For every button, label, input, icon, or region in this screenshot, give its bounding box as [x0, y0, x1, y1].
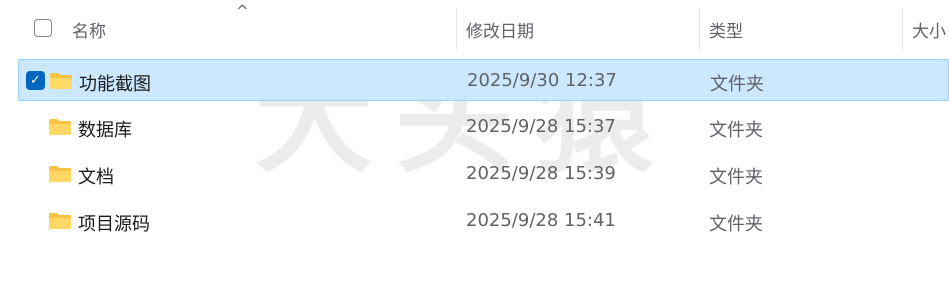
file-name: 功能截图: [79, 74, 151, 95]
sort-ascending-icon: ^: [236, 2, 249, 20]
column-divider[interactable]: [699, 8, 700, 50]
select-all-checkbox[interactable]: [34, 19, 52, 37]
file-row[interactable]: 数据库 2025/9/28 15:37 文件夹: [18, 106, 949, 148]
file-type: 文件夹: [709, 120, 763, 141]
checkbox-icon[interactable]: ✓: [26, 71, 45, 90]
file-row[interactable]: 文档 2025/9/28 15:39 文件夹: [18, 153, 949, 195]
folder-icon: [48, 118, 72, 136]
file-type: 文件夹: [710, 74, 764, 95]
file-modified: 2025/9/30 12:37: [467, 70, 617, 91]
column-header: 名称 ^ 修改日期 类型 大小: [0, 0, 949, 58]
file-modified: 2025/9/28 15:37: [466, 116, 616, 137]
column-divider[interactable]: [902, 8, 903, 50]
file-row[interactable]: 项目源码 2025/9/28 15:41 文件夹: [18, 200, 949, 242]
file-name: 项目源码: [78, 214, 150, 235]
column-header-type[interactable]: 类型: [709, 17, 743, 42]
column-divider[interactable]: [456, 8, 457, 50]
file-modified: 2025/9/28 15:41: [466, 210, 616, 231]
column-header-size[interactable]: 大小: [912, 17, 946, 42]
file-type: 文件夹: [709, 167, 763, 188]
folder-icon: [48, 165, 72, 183]
column-header-name[interactable]: 名称: [72, 17, 106, 42]
folder-icon: [48, 212, 72, 230]
file-name: 数据库: [78, 120, 132, 141]
file-modified: 2025/9/28 15:39: [466, 163, 616, 184]
column-header-modified[interactable]: 修改日期: [466, 17, 534, 42]
file-name: 文档: [78, 167, 114, 188]
folder-icon: [49, 72, 73, 90]
file-row[interactable]: ✓ 功能截图 2025/9/30 12:37 文件夹: [18, 59, 949, 101]
file-type: 文件夹: [709, 214, 763, 235]
